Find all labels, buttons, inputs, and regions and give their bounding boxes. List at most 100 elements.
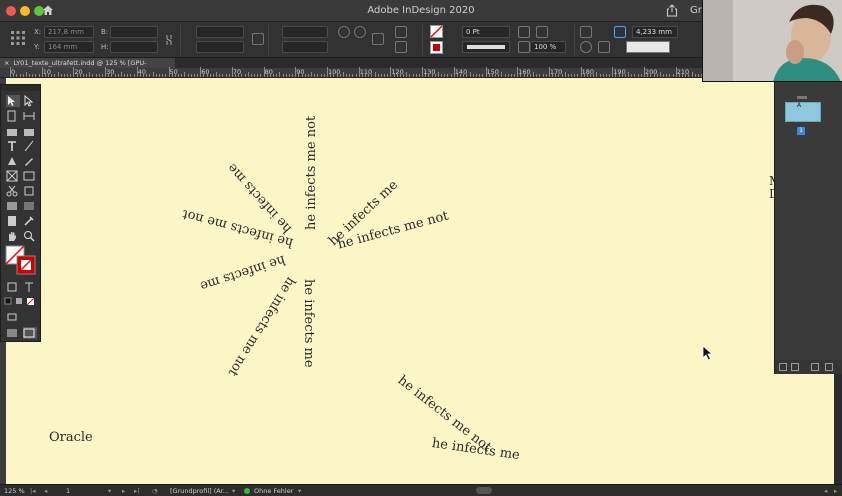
ruler-minor-tick [463, 74, 465, 77]
effects-icon[interactable] [536, 26, 548, 38]
constrain-proportions-icon[interactable] [164, 34, 174, 46]
screen-mode-preview-icon[interactable] [23, 327, 37, 339]
first-page-icon[interactable]: |◂ [30, 487, 35, 495]
frame-fitting-icon[interactable] [614, 26, 626, 38]
pen-tool-icon[interactable] [6, 155, 20, 167]
scroll-left-icon[interactable]: ◂ [824, 487, 827, 495]
previous-page-icon[interactable]: ◂ [44, 487, 47, 495]
oracle-text[interactable]: Oracle [49, 430, 93, 445]
note-tool-icon[interactable] [6, 215, 20, 227]
object-effects-icon[interactable] [580, 41, 592, 53]
new-page-icon[interactable] [811, 363, 819, 371]
next-page-icon[interactable]: ▸ [122, 487, 125, 495]
canvas-phrase[interactable]: he infects me not [225, 274, 298, 379]
rotate-cw-icon[interactable] [338, 26, 350, 38]
flip-vertical-icon[interactable] [395, 41, 407, 53]
ruler-minor-tick [355, 74, 357, 77]
rotate-spread-icon[interactable] [791, 363, 799, 371]
scale-y-field[interactable] [196, 41, 244, 53]
zoom-tool-icon[interactable] [23, 230, 37, 242]
page-dropdown-icon[interactable]: ▾ [108, 487, 111, 495]
align-icon[interactable] [580, 26, 592, 38]
direct-selection-tool-icon[interactable] [23, 94, 37, 107]
scissors-tool-icon[interactable] [6, 185, 20, 197]
stroke-weight-field[interactable]: 0 Pt [462, 26, 510, 38]
ruler-minor-tick [533, 72, 535, 77]
preflight-profile[interactable]: [Grundprofil] (Ar... [170, 487, 229, 495]
page-number-badge[interactable]: 1 [797, 127, 805, 135]
free-transform-tool-icon[interactable] [23, 185, 37, 197]
shear-field[interactable] [282, 41, 328, 53]
ruler-minor-tick [127, 74, 129, 77]
rotate-ccw-icon[interactable] [354, 26, 366, 38]
pencil-tool-icon[interactable] [23, 155, 37, 167]
content-collector-icon[interactable] [6, 125, 20, 137]
gradient-swatch-tool-icon[interactable] [6, 200, 20, 212]
width-field[interactable] [110, 26, 158, 38]
open-page-icon[interactable]: ◔ [152, 487, 158, 495]
canvas-phrase[interactable]: he infects me not [304, 116, 319, 230]
hand-tool-icon[interactable] [6, 230, 20, 242]
gap-tool-icon[interactable] [23, 110, 37, 122]
rotation-field[interactable] [282, 26, 328, 38]
preflight-dropdown-icon[interactable]: ▾ [298, 487, 301, 495]
ruler-minor-tick [346, 74, 348, 77]
fill-stroke-swatch-icon[interactable] [5, 245, 37, 275]
status-bar: 125 % |◂ ◂ 1 ▾ ▸ ▸| ◔ [Grundprofil] (Ar.… [0, 484, 842, 496]
ruler-minor-tick [678, 74, 680, 77]
horizontal-ruler[interactable]: 0 10 20 30 40 50 60 70 80 90 100 110 120 130 140 150 160… [0, 67, 774, 78]
preview-mode-icon[interactable] [6, 311, 20, 323]
corner-size-field[interactable]: 4,233 mm [632, 26, 678, 38]
zoom-level[interactable]: 125 % [4, 487, 25, 495]
ruler-minor-tick [19, 74, 21, 77]
page-size-icon[interactable] [779, 363, 787, 371]
document-page[interactable]: he infects me not he infects me he infec… [6, 78, 834, 484]
page-number-field[interactable]: 1 [66, 487, 70, 495]
panel-grip[interactable] [797, 96, 807, 99]
selection-tool-icon[interactable] [6, 95, 20, 107]
reference-point-icon[interactable] [10, 30, 26, 46]
height-field[interactable] [110, 41, 158, 53]
page-tool-icon[interactable] [6, 110, 20, 122]
master-page-thumbnail[interactable] [785, 102, 821, 122]
fitting-icon[interactable] [598, 41, 610, 53]
apply-none-icon[interactable] [26, 295, 40, 307]
x-position-field[interactable]: 217,8 mm [44, 26, 94, 38]
y-position-field[interactable]: 164 mm [44, 41, 94, 53]
type-tool-icon[interactable] [6, 140, 20, 152]
ruler-tick-mark [422, 67, 424, 77]
formatting-text-icon[interactable] [23, 281, 37, 293]
ruler-minor-tick [152, 72, 154, 77]
screen-mode-normal-icon[interactable] [6, 327, 20, 339]
opacity-field[interactable]: 100 % [530, 41, 566, 53]
delete-page-icon[interactable] [825, 363, 833, 371]
last-page-icon[interactable]: ▸| [134, 487, 139, 495]
flip-horizontal-icon[interactable] [395, 26, 407, 38]
eyedropper-tool-icon[interactable] [23, 215, 37, 227]
document-tab[interactable]: × LY01_texte_ultrafett.indd @ 125 % [GPU-… [0, 58, 175, 77]
line-tool-icon[interactable] [23, 140, 37, 152]
rectangle-tool-icon[interactable] [23, 170, 37, 182]
formatting-container-icon[interactable] [6, 281, 20, 293]
profile-dropdown-icon[interactable]: ▾ [232, 487, 235, 495]
stroke-type-dropdown[interactable] [462, 41, 510, 53]
opacity-icon[interactable] [518, 41, 530, 53]
select-container-icon[interactable] [372, 33, 384, 45]
horizontal-scrollbar-thumb[interactable] [476, 487, 492, 494]
gradient-feather-tool-icon[interactable] [23, 200, 37, 212]
corner-shape-dropdown[interactable] [626, 41, 670, 53]
share-icon[interactable] [666, 4, 678, 17]
stroke-color-icon[interactable] [430, 41, 443, 54]
canvas-phrase[interactable]: he infects me [198, 252, 287, 294]
scroll-right-icon[interactable]: ▸ [834, 487, 837, 495]
rectangle-frame-tool-icon[interactable] [6, 170, 20, 182]
content-placer-icon[interactable] [23, 125, 37, 137]
scale-link-icon[interactable] [252, 33, 264, 45]
fill-none-icon[interactable] [430, 25, 443, 38]
preflight-status[interactable]: Ohne Fehler [244, 487, 293, 495]
canvas-phrase[interactable]: he infects me [301, 279, 316, 368]
tools-panel-header[interactable] [1, 85, 40, 91]
scale-x-field[interactable] [196, 26, 244, 38]
close-icon[interactable]: × [4, 59, 9, 67]
drop-shadow-icon[interactable] [518, 26, 530, 38]
